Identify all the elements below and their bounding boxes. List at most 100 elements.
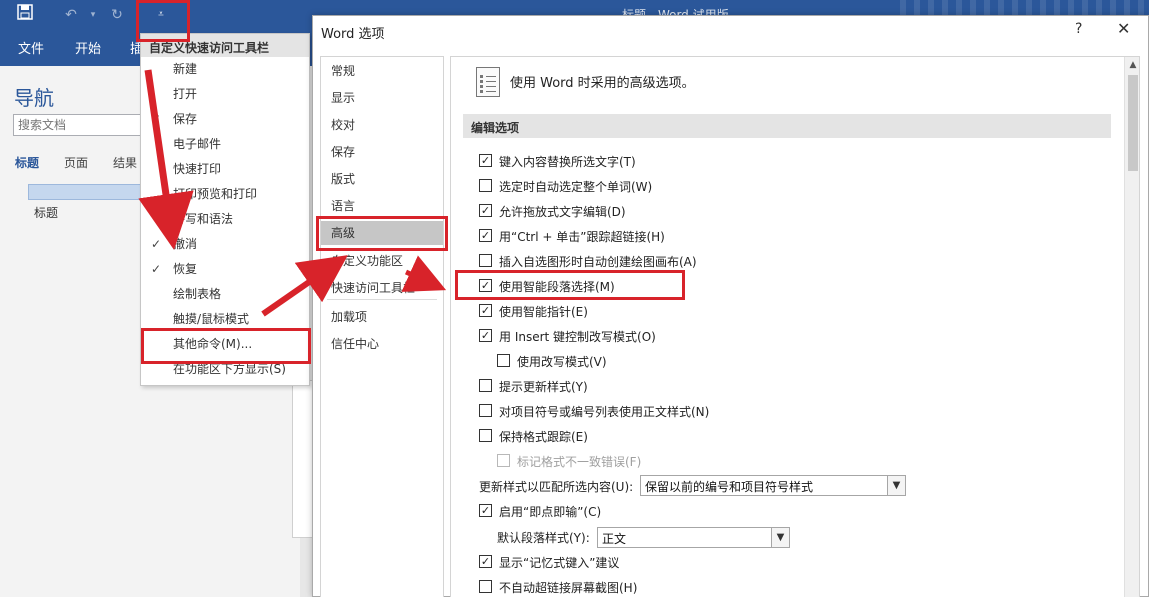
tab-file[interactable]: 文件 (18, 38, 44, 57)
qat-menu-item[interactable]: 打印预览和打印 (141, 182, 309, 207)
qat-menu-item[interactable]: 触摸/鼠标模式 (141, 307, 309, 332)
qat-menu-item-label: 撤消 (173, 237, 198, 251)
qat-menu-item[interactable]: ✓ 保存 (141, 107, 309, 132)
tab-home[interactable]: 开始 (75, 38, 101, 57)
qat-menu-item-label: 恢复 (173, 262, 198, 276)
category-item[interactable]: 快速访问工具栏 (321, 276, 443, 300)
default-paragraph-value: 正文 (602, 532, 627, 546)
redo-icon[interactable]: ↻ (106, 4, 128, 26)
default-paragraph-select[interactable]: 正文 ▼ (597, 527, 790, 548)
default-paragraph-label: 默认段落样式(Y): (497, 531, 590, 545)
check-icon: ✓ (151, 262, 162, 276)
option-checkbox[interactable]: ✓ (479, 204, 492, 217)
option-checkbox[interactable] (479, 379, 492, 392)
no-autolink-checkbox[interactable] (479, 580, 492, 593)
option-checkbox[interactable]: ✓ (479, 154, 492, 167)
option-checkbox[interactable]: ✓ (479, 329, 492, 342)
option-label: 标记格式不一致错误(F) (517, 455, 642, 469)
option-checkbox[interactable] (497, 354, 510, 367)
nav-tab-pages[interactable]: 页面 (64, 154, 88, 171)
category-item[interactable]: 常规 (321, 59, 443, 83)
option-label: 对项目符号或编号列表使用正文样式(N) (499, 405, 710, 419)
option-label: 用 Insert 键控制改写模式(O) (499, 330, 656, 344)
category-item[interactable]: 信任中心 (321, 332, 443, 356)
check-icon: ✓ (151, 112, 162, 126)
nav-heading-item[interactable]: 标题 (34, 204, 58, 221)
option-checkbox[interactable] (479, 404, 492, 417)
scrollbar-thumb[interactable] (1128, 75, 1138, 171)
click-and-type-checkbox[interactable]: ✓ (479, 504, 492, 517)
section-header: 编辑选项 (463, 114, 1111, 138)
autocomplete-checkbox[interactable]: ✓ (479, 555, 492, 568)
option-checkbox (497, 454, 510, 467)
category-item[interactable]: 高级 (321, 221, 443, 245)
category-item[interactable]: 版式 (321, 167, 443, 191)
qat-menu-item[interactable]: 打开 (141, 82, 309, 107)
close-icon[interactable]: ✕ (1117, 19, 1130, 38)
option-checkbox[interactable] (479, 179, 492, 192)
category-separator (327, 218, 437, 219)
nav-heading-selection[interactable] (28, 184, 148, 200)
category-list: 常规显示校对保存版式语言高级自定义功能区 快速访问工具栏 加载项信任中心 (320, 56, 444, 597)
option-checkbox[interactable]: ✓ (479, 279, 492, 292)
style-update-value: 保留以前的编号和项目符号样式 (645, 480, 814, 494)
no-autolink-label: 不自动超链接屏幕截图(H) (499, 581, 638, 595)
qat-menu-item[interactable]: 电子邮件 (141, 132, 309, 157)
nav-title: 导航 (14, 86, 54, 110)
scroll-up-icon[interactable]: ▲ (1125, 57, 1139, 73)
undo-icon[interactable]: ↶ (60, 4, 82, 26)
category-item[interactable]: 校对 (321, 113, 443, 137)
qat-customize-menu: 自定义快速访问工具栏 新建 打开 ✓ 保存 电子邮件 快速打印 打印预览和打印 拼写和语法 ✓ 撤… (140, 33, 310, 386)
qat-menu-item[interactable]: 在功能区下方显示(S) (141, 357, 309, 382)
option-label: 用“Ctrl + 单击”跟踪超链接(H) (499, 230, 665, 244)
option-label: 选定时自动选定整个单词(W) (499, 180, 653, 194)
quick-access-toolbar: ↶ ▾ ↻ ⩡ (0, 0, 320, 30)
options-scrollbar[interactable]: ▲ (1124, 57, 1139, 597)
advanced-options-panel: 使用 Word 时采用的高级选项。 编辑选项 ✓ 键入内容替换所选文字(T) 选定时… (450, 56, 1140, 597)
option-label: 使用改写模式(V) (517, 355, 607, 369)
option-checkbox[interactable]: ✓ (479, 229, 492, 242)
qat-menu-item-label: 触摸/鼠标模式 (173, 312, 250, 326)
category-item[interactable]: 保存 (321, 140, 443, 164)
qat-menu-item[interactable]: 拼写和语法 (141, 207, 309, 232)
nav-tab-results[interactable]: 结果 (113, 154, 137, 171)
qat-menu-item[interactable]: 新建 (141, 57, 309, 82)
nav-tab-headings[interactable]: 标题 (15, 154, 39, 171)
word-options-dialog: Word 选项 ? ✕ 常规显示校对保存版式语言高级自定义功能区 快速访问工具栏加… (312, 15, 1149, 597)
qat-menu-item[interactable]: 快速打印 (141, 157, 309, 182)
autocomplete-label: 显示“记忆式键入”建议 (499, 556, 620, 570)
dialog-title: Word 选项 (321, 27, 385, 42)
section-label: 编辑选项 (471, 121, 520, 135)
click-and-type-label: 启用“即点即输”(C) (499, 505, 602, 519)
qat-menu-item-label: 保存 (173, 112, 198, 126)
qat-menu-item-label: 电子邮件 (173, 137, 222, 151)
customize-qat-icon[interactable]: ⩡ (150, 4, 172, 26)
undo-dropdown-icon[interactable]: ▾ (82, 4, 104, 26)
chevron-down-icon[interactable]: ▼ (771, 528, 789, 547)
qat-menu-item-label: 拼写和语法 (173, 212, 234, 226)
advanced-heading: 使用 Word 时采用的高级选项。 (510, 76, 695, 91)
option-checkbox[interactable] (479, 254, 492, 267)
style-update-select[interactable]: 保留以前的编号和项目符号样式 ▼ (640, 475, 906, 496)
category-item[interactable]: 加载项 (321, 305, 443, 329)
chevron-down-icon[interactable]: ▼ (887, 476, 905, 495)
qat-menu-item[interactable]: ✓ 恢复 (141, 257, 309, 282)
qat-menu-item-label: 打印预览和打印 (173, 187, 258, 201)
qat-menu-item[interactable]: ✓ 撤消 (141, 232, 309, 257)
category-item[interactable]: 自定义功能区 (321, 249, 443, 273)
category-item[interactable]: 显示 (321, 86, 443, 110)
help-icon[interactable]: ? (1075, 21, 1082, 37)
advanced-options-icon (476, 67, 500, 97)
option-label: 允许拖放式文字编辑(D) (499, 205, 626, 219)
option-checkbox[interactable]: ✓ (479, 304, 492, 317)
qat-menu-item-label: 绘制表格 (173, 287, 222, 301)
option-checkbox[interactable] (479, 429, 492, 442)
save-icon[interactable] (14, 4, 36, 26)
option-label: 插入自选图形时自动创建绘图画布(A) (499, 255, 697, 269)
qat-menu-item[interactable]: 其他命令(M)... (141, 332, 309, 357)
category-item[interactable]: 语言 (321, 194, 443, 218)
option-label: 使用智能指针(E) (499, 305, 588, 319)
qat-menu-item[interactable]: 绘制表格 (141, 282, 309, 307)
check-icon: ✓ (151, 237, 162, 251)
nav-search-input[interactable] (13, 114, 143, 136)
